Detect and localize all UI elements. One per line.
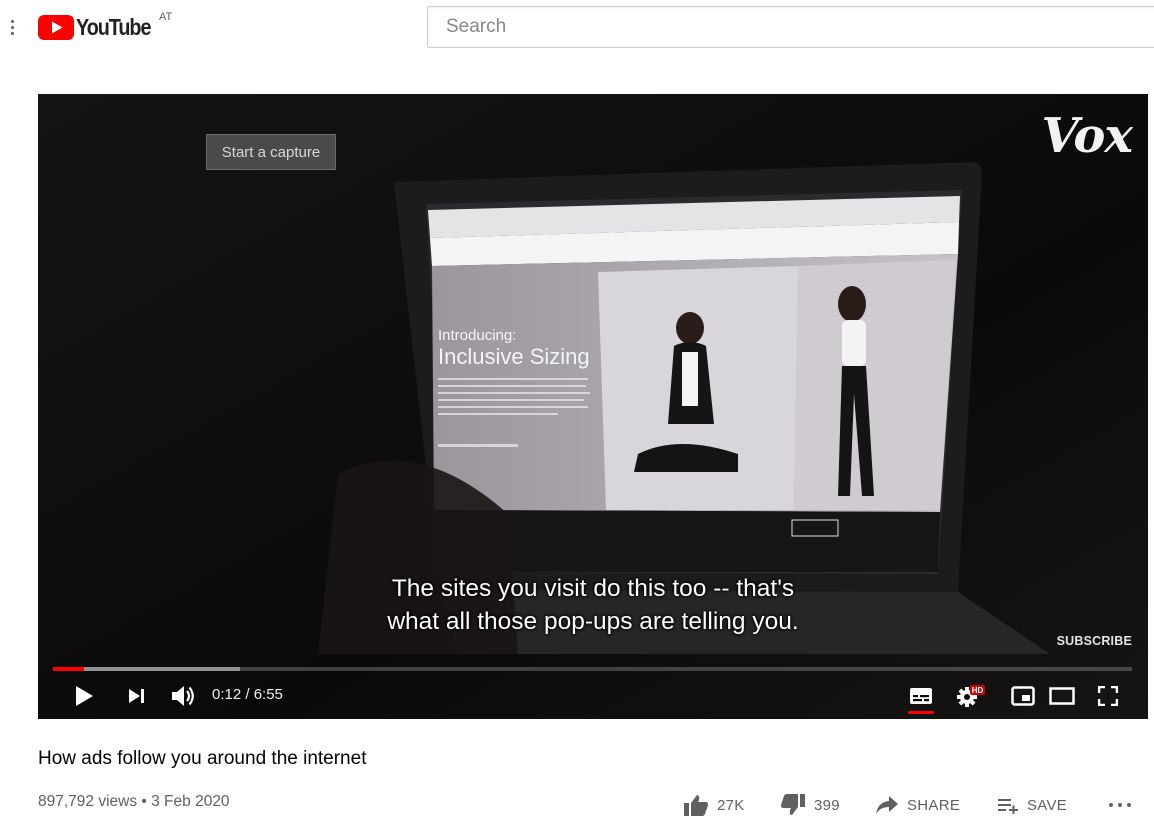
theater-mode-button[interactable] [1048, 684, 1076, 708]
settings-icon: HD [957, 685, 985, 707]
settings-button[interactable]: HD [956, 684, 986, 708]
dislike-button[interactable]: 399 [780, 792, 840, 818]
share-label: SHARE [907, 796, 961, 814]
progress-bar[interactable] [53, 667, 1132, 671]
more-horizontal-icon [1109, 803, 1131, 807]
player-controls: 0:12 / 6:55 HD [38, 676, 1148, 716]
video-title: How ads follow you around the internet [38, 748, 367, 769]
caption-line-1: The sites you visit do this too -- that'… [391, 575, 795, 602]
country-code: AT [159, 11, 173, 23]
video-player[interactable]: Introducing: Inclusive Sizing Start a ca… [38, 94, 1148, 719]
miniplayer-icon [1011, 686, 1035, 706]
fullscreen-button[interactable] [1096, 684, 1120, 708]
search-box[interactable] [427, 6, 1154, 48]
hd-badge: HD [972, 686, 984, 695]
subscribe-watermark[interactable]: SUBSCRIBE [1057, 634, 1132, 648]
subtitle-caption: The sites you visit do this too -- that'… [38, 572, 1148, 638]
theater-icon [1049, 687, 1075, 705]
share-icon [876, 796, 898, 814]
like-button[interactable]: 27K [683, 792, 745, 818]
youtube-logo[interactable]: YouTube AT [38, 11, 172, 40]
play-icon [76, 686, 93, 706]
miniplayer-button[interactable] [1010, 684, 1036, 708]
svg-text:Introducing:: Introducing: [438, 327, 516, 344]
progress-played [53, 667, 85, 671]
next-icon [129, 689, 144, 703]
more-actions-button[interactable] [1108, 792, 1132, 818]
playlist-add-icon [998, 799, 1018, 814]
svg-text:Inclusive Sizing: Inclusive Sizing [438, 344, 590, 369]
volume-icon [172, 686, 194, 706]
logo-text: YouTube [76, 13, 151, 40]
thumbs-down-icon [781, 794, 805, 815]
guide-menu-icon[interactable] [6, 16, 20, 40]
dislike-count: 399 [814, 796, 840, 814]
save-button[interactable]: SAVE [997, 792, 1067, 818]
save-label: SAVE [1027, 796, 1068, 814]
subtitles-button[interactable] [908, 684, 934, 714]
like-count: 27K [717, 796, 745, 814]
play-button[interactable] [72, 684, 96, 708]
next-button[interactable] [126, 684, 148, 708]
fullscreen-icon [1098, 686, 1118, 706]
subtitles-active-indicator [908, 711, 934, 714]
channel-watermark[interactable]: Vox [1042, 108, 1133, 164]
subtitles-icon [910, 688, 932, 704]
masthead: YouTube AT [0, 0, 1154, 56]
share-button[interactable]: SHARE [875, 792, 960, 818]
volume-button[interactable] [170, 684, 198, 708]
youtube-play-logo-icon [38, 14, 74, 40]
thumbs-up-icon [684, 795, 708, 816]
time-display: 0:12 / 6:55 [212, 686, 283, 703]
search-input[interactable] [428, 7, 1154, 47]
video-actions: 27K 399 SHARE SAVE [0, 792, 1154, 818]
start-capture-button[interactable]: Start a capture [206, 134, 336, 170]
caption-line-2: what all those pop-ups are telling you. [387, 608, 799, 635]
